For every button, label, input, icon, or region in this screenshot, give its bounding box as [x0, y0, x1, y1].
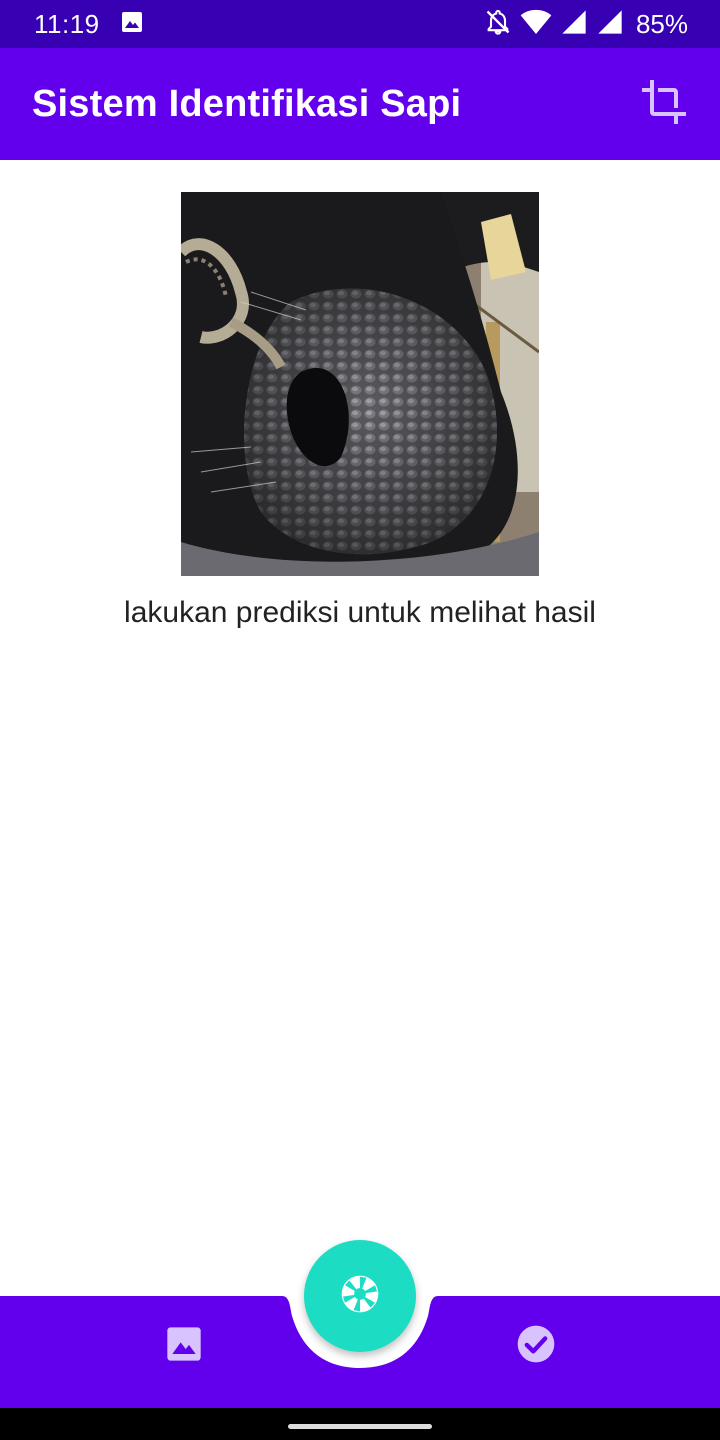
battery-level: 85% [635, 8, 688, 39]
camera-button[interactable] [304, 1240, 416, 1352]
crop-icon [640, 78, 688, 131]
gallery-button[interactable] [160, 1322, 208, 1370]
status-right: 85% [484, 8, 688, 41]
gesture-nav-area [0, 1408, 720, 1440]
notifications-off-icon [484, 8, 512, 41]
status-time: 11:19 [34, 8, 100, 39]
result-text: lakukan prediksi untuk melihat hasil [124, 596, 596, 629]
cow-muzzle-photo [181, 192, 539, 576]
check-circle-icon [514, 1322, 558, 1371]
signal-icon-2 [596, 8, 624, 41]
camera-shutter-icon [338, 1272, 382, 1321]
crop-button[interactable] [640, 78, 688, 131]
image-icon [120, 10, 144, 39]
predict-button[interactable] [512, 1322, 560, 1370]
status-bar: 11:19 85% [0, 0, 720, 48]
app-bar: Sistem Identifikasi Sapi [0, 48, 720, 160]
signal-icon [560, 8, 588, 41]
wifi-icon [520, 8, 552, 41]
status-left: 11:19 [34, 9, 144, 40]
gallery-icon [164, 1324, 204, 1369]
home-gesture-pill[interactable] [288, 1424, 432, 1429]
app-title: Sistem Identifikasi Sapi [32, 82, 462, 125]
